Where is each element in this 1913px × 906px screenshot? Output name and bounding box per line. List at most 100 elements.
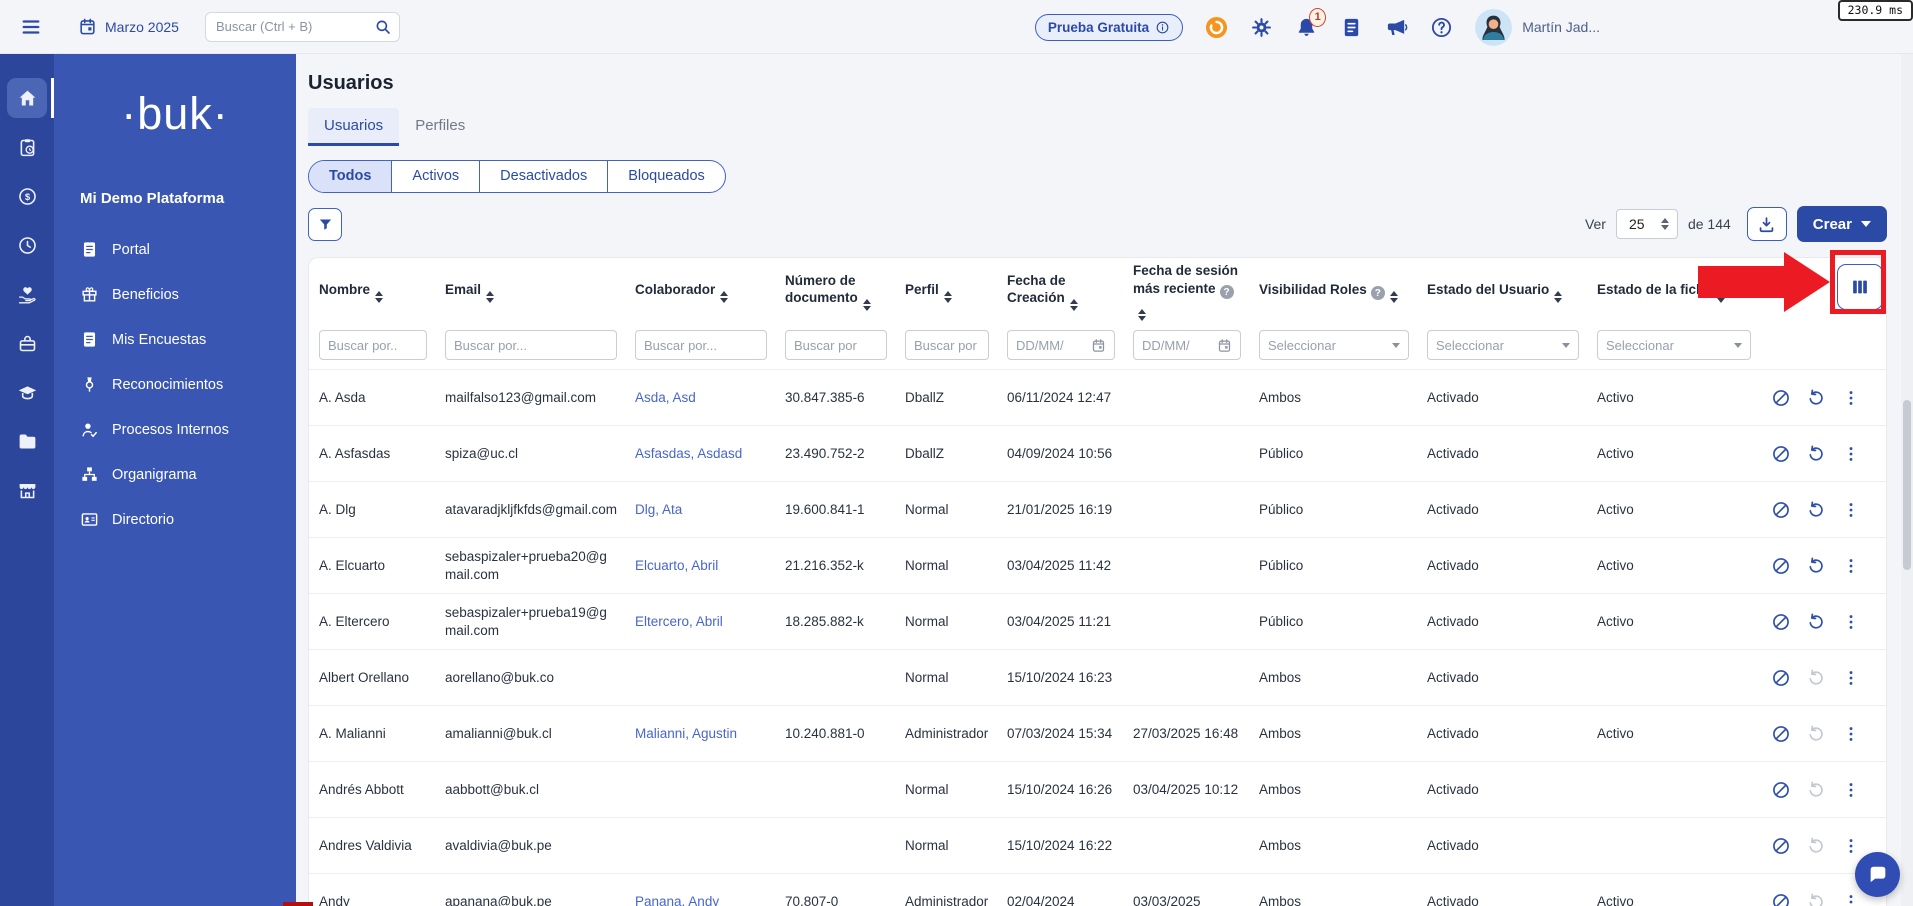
calendar-icon[interactable] xyxy=(1217,338,1232,353)
reset-password-icon[interactable] xyxy=(1806,724,1826,744)
download-button[interactable] xyxy=(1747,207,1787,241)
sidebar-item-portal[interactable]: Portal xyxy=(54,227,296,272)
column-settings-button[interactable] xyxy=(1837,264,1883,310)
reset-password-icon[interactable] xyxy=(1806,556,1826,576)
filter-select-9[interactable]: Seleccionar xyxy=(1597,330,1751,360)
search-icon[interactable] xyxy=(374,18,392,36)
filter-input-2[interactable] xyxy=(635,330,767,360)
filter-input-0[interactable] xyxy=(319,330,427,360)
col-header-fecha-de-sesion-mas-reciente[interactable]: Fecha de sesión más reciente? xyxy=(1123,262,1249,321)
row-menu-kebab-icon[interactable] xyxy=(1841,780,1861,800)
colaborador-link[interactable]: Asda, Asd xyxy=(625,389,775,407)
filter-select-7[interactable]: Seleccionar xyxy=(1259,330,1409,360)
help-icon[interactable] xyxy=(1430,16,1453,39)
row-menu-kebab-icon[interactable] xyxy=(1841,724,1861,744)
calendar-icon[interactable] xyxy=(1091,338,1106,353)
user-name[interactable]: Martín Jad... xyxy=(1522,19,1600,35)
colaborador-link[interactable]: Dlg, Ata xyxy=(625,501,775,519)
tab-usuarios[interactable]: Usuarios xyxy=(308,108,399,146)
rail-item-benefits[interactable] xyxy=(7,323,47,363)
deactivate-user-icon[interactable] xyxy=(1771,612,1791,632)
row-menu-kebab-icon[interactable] xyxy=(1841,836,1861,856)
chat-bubble-button[interactable] xyxy=(1855,852,1900,897)
col-header-estado-de-la-ficha[interactable]: Estado de la ficha xyxy=(1587,281,1759,303)
row-menu-kebab-icon[interactable] xyxy=(1841,612,1861,632)
sidebar-item-beneficios[interactable]: Beneficios xyxy=(54,272,296,317)
row-menu-kebab-icon[interactable] xyxy=(1841,556,1861,576)
rail-item-remunerations[interactable]: $ xyxy=(7,176,47,216)
deactivate-user-icon[interactable] xyxy=(1771,388,1791,408)
sidebar-item-organigrama[interactable]: Organigrama xyxy=(54,452,296,497)
rail-item-home[interactable] xyxy=(7,78,47,118)
row-menu-kebab-icon[interactable] xyxy=(1841,500,1861,520)
reset-password-icon[interactable] xyxy=(1806,836,1826,856)
row-menu-kebab-icon[interactable] xyxy=(1841,668,1861,688)
buk-logo[interactable]: ·buk· xyxy=(54,88,296,140)
col-header-email[interactable]: Email xyxy=(435,281,625,303)
sidebar-item-reconocimientos[interactable]: Reconocimientos xyxy=(54,362,296,407)
col-header-visibilidad-roles[interactable]: Visibilidad Roles? xyxy=(1249,281,1417,303)
deactivate-user-icon[interactable] xyxy=(1771,444,1791,464)
colaborador-link[interactable]: Elcuarto, Abril xyxy=(625,557,775,575)
reset-password-icon[interactable] xyxy=(1806,780,1826,800)
deactivate-user-icon[interactable] xyxy=(1771,780,1791,800)
period-selector[interactable]: Marzo 2025 xyxy=(78,17,179,36)
filter-input-3[interactable] xyxy=(785,330,887,360)
row-menu-kebab-icon[interactable] xyxy=(1841,388,1861,408)
status-pill-bloqueados[interactable]: Bloqueados xyxy=(608,161,725,192)
hamburger-menu-icon[interactable] xyxy=(16,12,46,42)
row-menu-kebab-icon[interactable] xyxy=(1841,444,1861,464)
rewards-icon[interactable] xyxy=(1205,16,1228,39)
reset-password-icon[interactable] xyxy=(1806,444,1826,464)
help-icon[interactable]: ? xyxy=(1371,286,1385,300)
page-size-select[interactable]: 25 xyxy=(1616,209,1678,239)
reset-password-icon[interactable] xyxy=(1806,500,1826,520)
colaborador-link[interactable]: Eltercero, Abril xyxy=(625,613,775,631)
rail-item-documents[interactable] xyxy=(7,421,47,461)
filter-date-5[interactable]: DD/MM/ xyxy=(1007,330,1115,360)
deactivate-user-icon[interactable] xyxy=(1771,892,1791,906)
notifications-bell-icon[interactable]: 1 xyxy=(1295,16,1318,39)
status-pill-activos[interactable]: Activos xyxy=(392,161,480,192)
rail-item-marketplace[interactable] xyxy=(7,470,47,510)
col-header-fecha-de-creacion[interactable]: Fecha de Creación xyxy=(997,272,1123,312)
help-icon[interactable]: ? xyxy=(1220,285,1234,299)
colaborador-link[interactable]: Asfasdas, Asdasd xyxy=(625,445,775,463)
deactivate-user-icon[interactable] xyxy=(1771,836,1791,856)
filter-input-1[interactable] xyxy=(445,330,617,360)
colaborador-link[interactable]: Panana, Andy xyxy=(625,893,775,906)
colaborador-link[interactable]: Malianni, Agustin xyxy=(625,725,775,743)
filter-select-8[interactable]: Seleccionar xyxy=(1427,330,1579,360)
reset-password-icon[interactable] xyxy=(1806,388,1826,408)
tab-perfiles[interactable]: Perfiles xyxy=(399,108,481,146)
deactivate-user-icon[interactable] xyxy=(1771,556,1791,576)
row-menu-kebab-icon[interactable] xyxy=(1841,892,1861,906)
filter-input-4[interactable] xyxy=(905,330,989,360)
user-avatar[interactable] xyxy=(1475,9,1512,46)
col-header-estado-del-usuario[interactable]: Estado del Usuario xyxy=(1417,281,1587,303)
settings-gear-icon[interactable] xyxy=(1250,16,1273,39)
trial-badge[interactable]: Prueba Gratuita xyxy=(1035,14,1183,41)
reset-password-icon[interactable] xyxy=(1806,892,1826,906)
scrollbar-thumb[interactable] xyxy=(1903,400,1911,570)
sidebar-item-mis-encuestas[interactable]: Mis Encuestas xyxy=(54,317,296,362)
rail-item-talent[interactable] xyxy=(7,274,47,314)
rail-item-training[interactable] xyxy=(7,372,47,412)
reset-password-icon[interactable] xyxy=(1806,668,1826,688)
filter-date-6[interactable]: DD/MM/ xyxy=(1133,330,1241,360)
reset-password-icon[interactable] xyxy=(1806,612,1826,632)
tasks-document-icon[interactable] xyxy=(1340,16,1363,39)
status-pill-todos[interactable]: Todos xyxy=(309,161,392,192)
col-header-nombre[interactable]: Nombre xyxy=(309,281,435,303)
deactivate-user-icon[interactable] xyxy=(1771,724,1791,744)
filter-funnel-button[interactable] xyxy=(308,208,342,241)
sidebar-item-directorio[interactable]: Directorio xyxy=(54,497,296,542)
rail-item-requests[interactable] xyxy=(7,127,47,167)
col-header-numero-de-documento[interactable]: Número de documento xyxy=(775,272,895,312)
deactivate-user-icon[interactable] xyxy=(1771,668,1791,688)
col-header-perfil[interactable]: Perfil xyxy=(895,281,997,303)
announcements-megaphone-icon[interactable] xyxy=(1385,16,1408,39)
col-header-colaborador[interactable]: Colaborador xyxy=(625,281,775,303)
deactivate-user-icon[interactable] xyxy=(1771,500,1791,520)
search-input[interactable] xyxy=(205,12,400,42)
